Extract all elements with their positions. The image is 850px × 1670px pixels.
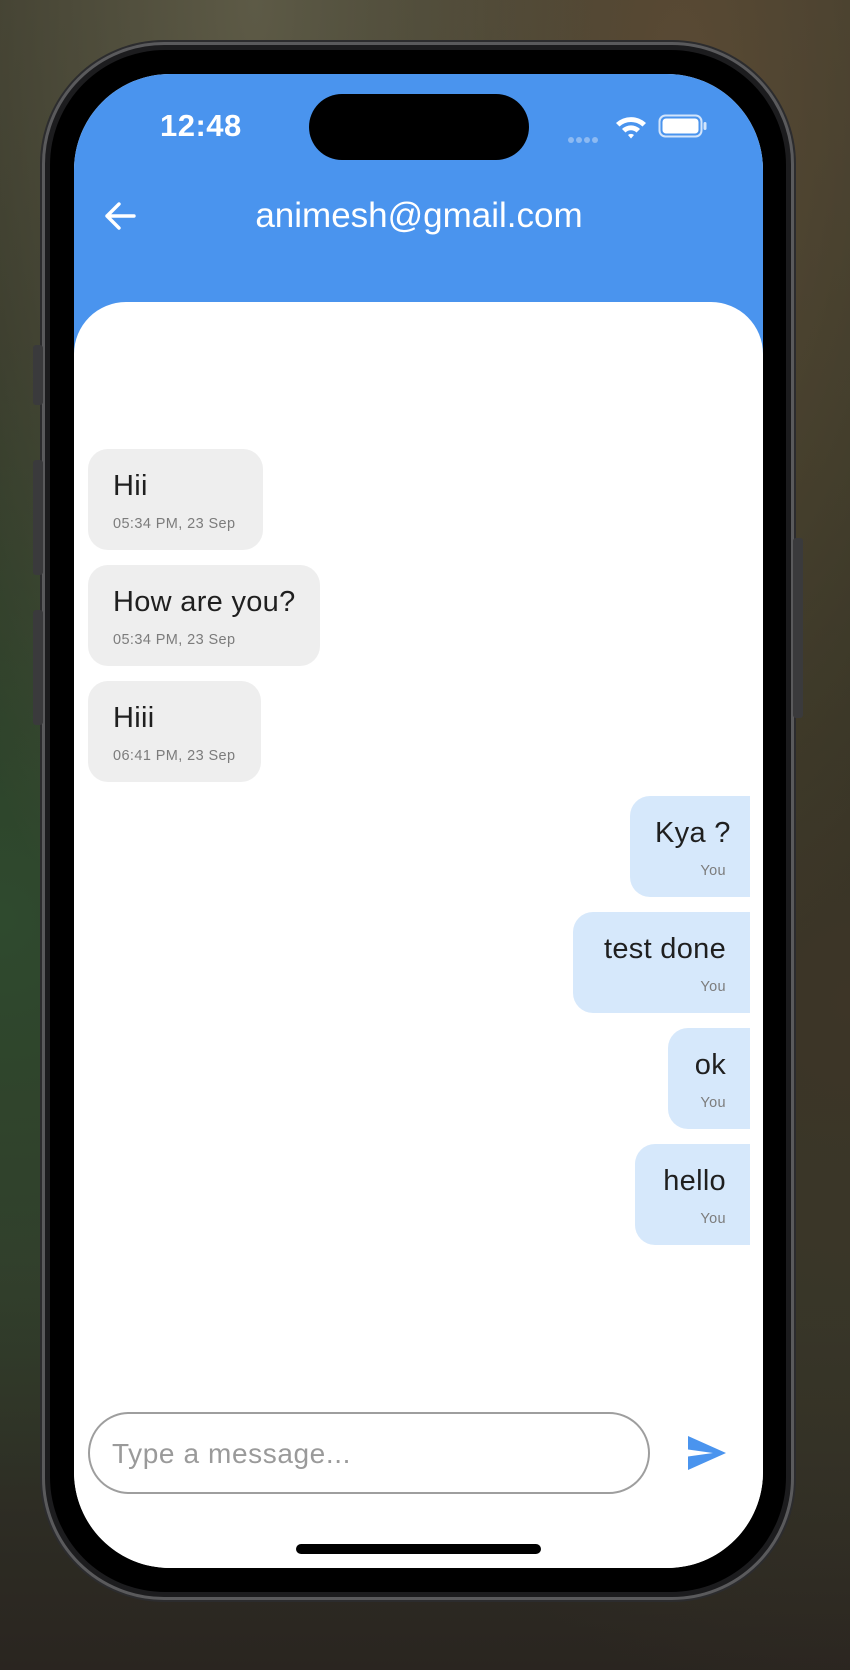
message-bubble-sent: ok You [668,1028,750,1129]
wifi-icon [616,117,646,139]
message-text: hello [663,1165,726,1197]
message-sender-label: You [700,979,726,995]
send-icon[interactable] [686,1433,728,1473]
message-text: test done [603,933,726,965]
message-input[interactable] [110,1428,634,1480]
signal-icon [568,130,602,143]
message-bubble-received: Hii 05:34 PM, 23 Sep [88,449,263,550]
message-timestamp: 05:34 PM, 23 Sep [113,516,236,532]
arrow-left-icon[interactable] [100,196,140,236]
dynamic-island [309,94,529,160]
message-timestamp: 05:34 PM, 23 Sep [113,632,236,648]
message-list: Hii 05:34 PM, 23 Sep How are you? 05:34 … [74,302,763,1568]
volume-down-button [33,610,43,725]
message-sender-label: You [700,1095,726,1111]
battery-icon [658,114,707,138]
action-button [33,345,43,405]
message-bubble-sent: Kya ? You [630,796,750,897]
message-text: Hiii [113,702,155,734]
message-bubble-received: How are you? 05:34 PM, 23 Sep [88,565,320,666]
volume-up-button [33,460,43,575]
message-bubble-sent: hello You [635,1144,750,1245]
home-indicator[interactable] [296,1544,541,1554]
message-sender-label: You [700,1211,726,1227]
message-bubble-received: Hiii 06:41 PM, 23 Sep [88,681,261,782]
app-screen: 12:48 animesh@gmail.com Hii 05:34 PM, 23… [74,74,763,1568]
message-text: Kya ? [655,817,731,849]
message-text: ok [694,1049,726,1081]
status-time: 12:48 [160,108,242,143]
power-button [793,538,803,718]
message-text: Hii [113,470,148,502]
message-timestamp: 06:41 PM, 23 Sep [113,748,236,764]
chat-title: animesh@gmail.com [255,196,583,235]
message-input-container[interactable] [88,1412,650,1494]
message-bubble-sent: test done You [573,912,750,1013]
message-text: How are you? [113,586,296,618]
message-sender-label: You [700,863,726,879]
